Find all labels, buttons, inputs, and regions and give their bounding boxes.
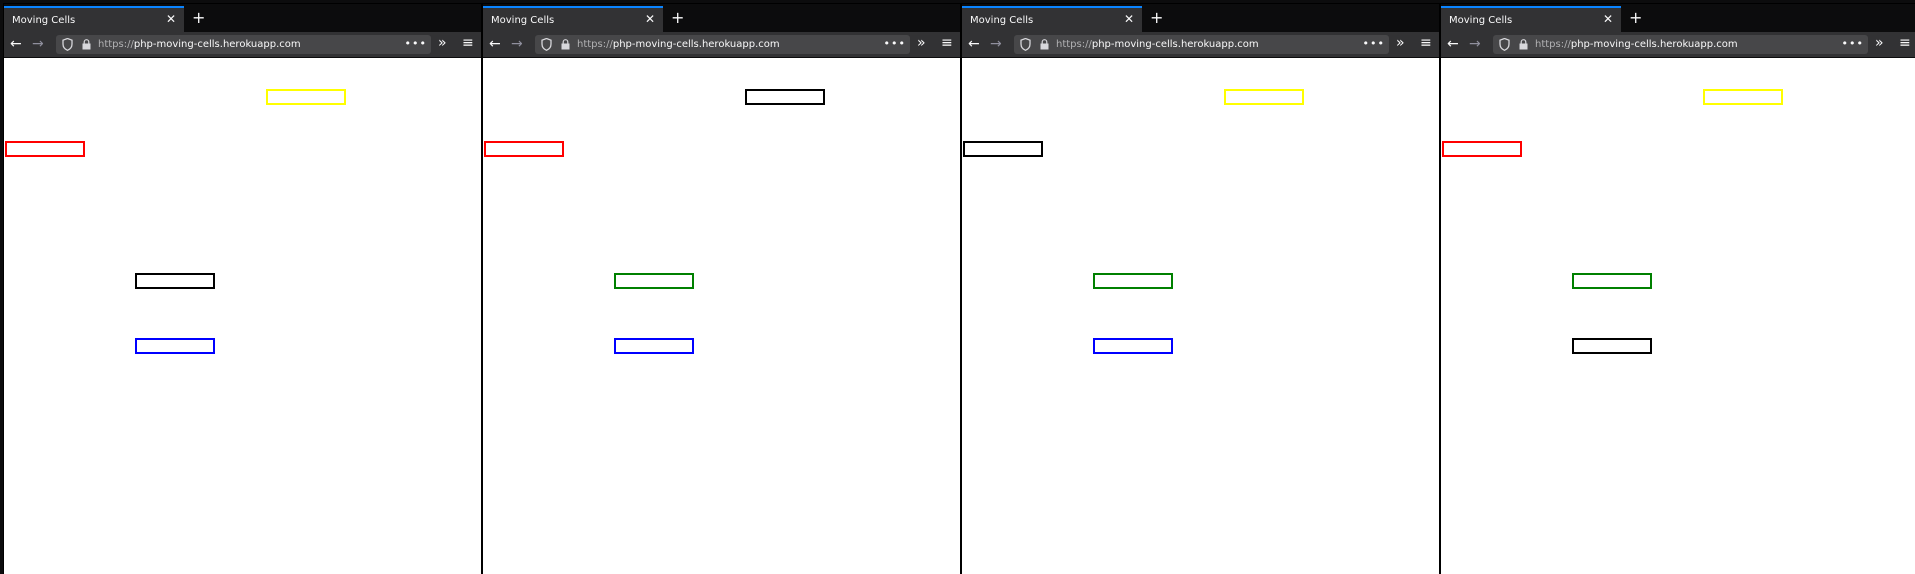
url-text[interactable]: https://php-moving-cells.herokuapp.com bbox=[577, 39, 780, 50]
url-prefix: https:// bbox=[98, 39, 134, 50]
url-prefix: https:// bbox=[577, 39, 613, 50]
back-arrow-icon[interactable]: ← bbox=[10, 36, 22, 52]
navigation-toolbar: ← → https://php-moving-cells.herokuapp.c… bbox=[483, 32, 960, 58]
cell-bottom[interactable] bbox=[1093, 338, 1173, 354]
url-host: php-moving-cells.herokuapp.com bbox=[1570, 39, 1738, 50]
url-text[interactable]: https://php-moving-cells.herokuapp.com bbox=[98, 39, 301, 50]
close-icon[interactable]: ✕ bbox=[1124, 12, 1134, 26]
close-icon[interactable]: ✕ bbox=[645, 12, 655, 26]
tab-strip: Moving Cells ✕ + bbox=[483, 4, 960, 32]
lock-icon[interactable] bbox=[82, 39, 91, 50]
cell-top-right[interactable] bbox=[266, 89, 346, 105]
double-chevron-icon[interactable]: » bbox=[1875, 35, 1884, 51]
navigation-toolbar: ← → https://php-moving-cells.herokuapp.c… bbox=[1441, 32, 1915, 58]
hamburger-menu-icon[interactable]: ≡ bbox=[1899, 35, 1911, 51]
url-bar[interactable]: https://php-moving-cells.herokuapp.com •… bbox=[1014, 35, 1389, 54]
cell-bottom[interactable] bbox=[614, 338, 694, 354]
tab-strip: Moving Cells ✕ + bbox=[4, 4, 481, 32]
shield-icon[interactable] bbox=[1499, 38, 1510, 51]
tab-title: Moving Cells bbox=[12, 15, 76, 26]
url-bar[interactable]: https://php-moving-cells.herokuapp.com •… bbox=[535, 35, 910, 54]
browser-window-1: Moving Cells ✕ + ← → https://php-moving-… bbox=[4, 4, 481, 574]
ellipsis-icon[interactable]: ••• bbox=[884, 37, 906, 50]
shield-icon[interactable] bbox=[1020, 38, 1031, 51]
ellipsis-icon[interactable]: ••• bbox=[1842, 37, 1864, 50]
close-icon[interactable]: ✕ bbox=[1603, 12, 1613, 26]
cell-middle[interactable] bbox=[135, 273, 215, 289]
forward-arrow-icon[interactable]: → bbox=[511, 36, 523, 52]
browser-window-2: Moving Cells ✕ + ← → https://php-moving-… bbox=[483, 4, 960, 574]
plus-icon[interactable]: + bbox=[1629, 10, 1642, 26]
forward-arrow-icon[interactable]: → bbox=[32, 36, 44, 52]
double-chevron-icon[interactable]: » bbox=[1396, 35, 1405, 51]
cell-top-right[interactable] bbox=[1703, 89, 1783, 105]
back-arrow-icon[interactable]: ← bbox=[968, 36, 980, 52]
cell-left[interactable] bbox=[963, 141, 1043, 157]
cell-middle[interactable] bbox=[1093, 273, 1173, 289]
double-chevron-icon[interactable]: » bbox=[438, 35, 447, 51]
ellipsis-icon[interactable]: ••• bbox=[1363, 37, 1385, 50]
navigation-toolbar: ← → https://php-moving-cells.herokuapp.c… bbox=[4, 32, 481, 58]
tab-moving-cells[interactable]: Moving Cells ✕ bbox=[4, 6, 184, 32]
tab-moving-cells[interactable]: Moving Cells ✕ bbox=[483, 6, 663, 32]
browser-window-4: Moving Cells ✕ + ← → https://php-moving-… bbox=[1441, 4, 1915, 574]
shield-icon[interactable] bbox=[62, 38, 73, 51]
hamburger-menu-icon[interactable]: ≡ bbox=[941, 35, 953, 51]
browser-window-3: Moving Cells ✕ + ← → https://php-moving-… bbox=[962, 4, 1439, 574]
url-prefix: https:// bbox=[1535, 39, 1571, 50]
ellipsis-icon[interactable]: ••• bbox=[405, 37, 427, 50]
url-text[interactable]: https://php-moving-cells.herokuapp.com bbox=[1535, 39, 1738, 50]
plus-icon[interactable]: + bbox=[671, 10, 684, 26]
plus-icon[interactable]: + bbox=[192, 10, 205, 26]
cell-middle[interactable] bbox=[614, 273, 694, 289]
plus-icon[interactable]: + bbox=[1150, 10, 1163, 26]
url-bar[interactable]: https://php-moving-cells.herokuapp.com •… bbox=[56, 35, 431, 54]
url-bar[interactable]: https://php-moving-cells.herokuapp.com •… bbox=[1493, 35, 1868, 54]
navigation-toolbar: ← → https://php-moving-cells.herokuapp.c… bbox=[962, 32, 1439, 58]
cell-middle[interactable] bbox=[1572, 273, 1652, 289]
tab-strip: Moving Cells ✕ + bbox=[962, 4, 1439, 32]
back-arrow-icon[interactable]: ← bbox=[489, 36, 501, 52]
tab-title: Moving Cells bbox=[970, 15, 1034, 26]
cell-top-right[interactable] bbox=[745, 89, 825, 105]
back-arrow-icon[interactable]: ← bbox=[1447, 36, 1459, 52]
forward-arrow-icon[interactable]: → bbox=[1469, 36, 1481, 52]
url-host: php-moving-cells.herokuapp.com bbox=[133, 39, 301, 50]
hamburger-menu-icon[interactable]: ≡ bbox=[1420, 35, 1432, 51]
url-prefix: https:// bbox=[1056, 39, 1092, 50]
close-icon[interactable]: ✕ bbox=[166, 12, 176, 26]
url-text[interactable]: https://php-moving-cells.herokuapp.com bbox=[1056, 39, 1259, 50]
cell-left[interactable] bbox=[484, 141, 564, 157]
shield-icon[interactable] bbox=[541, 38, 552, 51]
page-content bbox=[4, 58, 481, 574]
url-host: php-moving-cells.herokuapp.com bbox=[612, 39, 780, 50]
hamburger-menu-icon[interactable]: ≡ bbox=[462, 35, 474, 51]
lock-icon[interactable] bbox=[1040, 39, 1049, 50]
page-content bbox=[1441, 58, 1915, 574]
cell-left[interactable] bbox=[5, 141, 85, 157]
page-content bbox=[483, 58, 960, 574]
lock-icon[interactable] bbox=[1519, 39, 1528, 50]
cell-bottom[interactable] bbox=[135, 338, 215, 354]
tab-strip: Moving Cells ✕ + bbox=[1441, 4, 1915, 32]
tab-title: Moving Cells bbox=[491, 15, 555, 26]
tab-moving-cells[interactable]: Moving Cells ✕ bbox=[962, 6, 1142, 32]
cell-left[interactable] bbox=[1442, 141, 1522, 157]
tab-title: Moving Cells bbox=[1449, 15, 1513, 26]
lock-icon[interactable] bbox=[561, 39, 570, 50]
forward-arrow-icon[interactable]: → bbox=[990, 36, 1002, 52]
double-chevron-icon[interactable]: » bbox=[917, 35, 926, 51]
url-host: php-moving-cells.herokuapp.com bbox=[1091, 39, 1259, 50]
tab-moving-cells[interactable]: Moving Cells ✕ bbox=[1441, 6, 1621, 32]
page-content bbox=[962, 58, 1439, 574]
cell-bottom[interactable] bbox=[1572, 338, 1652, 354]
cell-top-right[interactable] bbox=[1224, 89, 1304, 105]
